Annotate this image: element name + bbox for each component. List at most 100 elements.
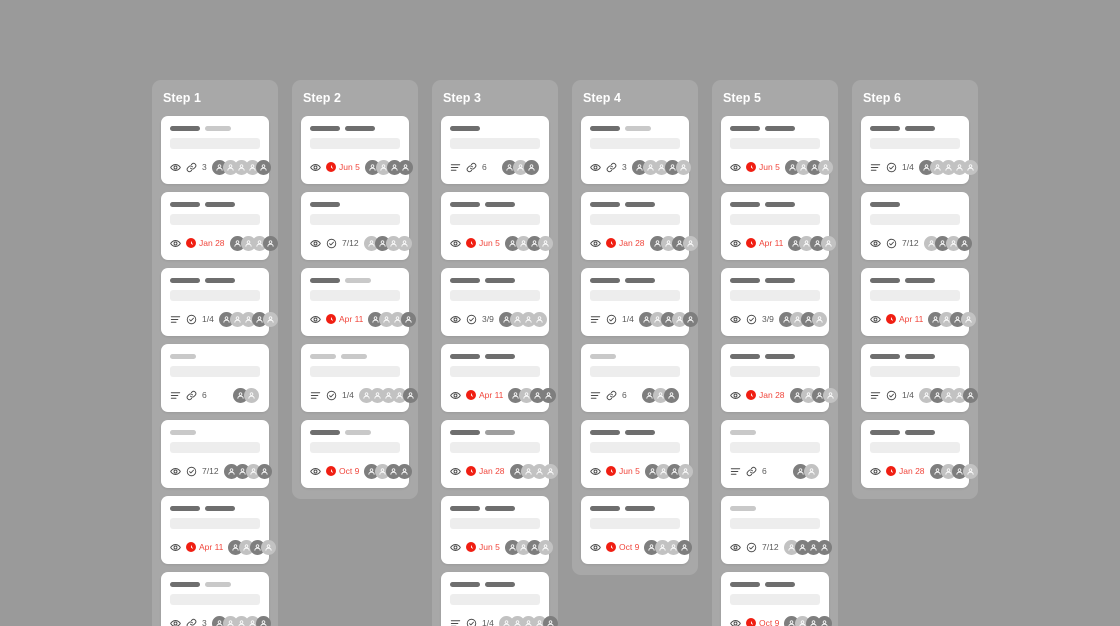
avatar[interactable]	[402, 387, 418, 403]
avatar-stack[interactable]	[504, 539, 554, 555]
task-card[interactable]: Oct 9	[581, 495, 693, 564]
task-card[interactable]: 1/4	[861, 115, 978, 184]
avatar-stack[interactable]	[509, 463, 559, 479]
task-card[interactable]: Jan 28	[721, 343, 838, 412]
task-card[interactable]: 6	[161, 343, 269, 412]
avatar-stack[interactable]	[233, 387, 260, 403]
avatar-stack[interactable]	[918, 159, 979, 175]
avatar-stack[interactable]	[642, 387, 680, 403]
avatar[interactable]	[531, 311, 547, 327]
avatar[interactable]	[817, 159, 833, 175]
avatar-stack[interactable]	[211, 159, 272, 175]
avatar-stack[interactable]	[793, 463, 820, 479]
avatar-stack[interactable]	[638, 311, 699, 327]
avatar[interactable]	[401, 311, 417, 327]
avatar-stack[interactable]	[788, 235, 837, 251]
avatar-stack[interactable]	[644, 463, 694, 479]
due-date-badge[interactable]: Jun 5	[606, 466, 640, 476]
task-card[interactable]: 1/4	[161, 267, 278, 336]
kanban-column[interactable]: Step 4 3 Jan 28 1/4 6 Jun 5 Oct 9	[572, 80, 698, 575]
avatar-stack[interactable]	[508, 387, 557, 403]
avatar-stack[interactable]	[504, 235, 554, 251]
task-card[interactable]: Jun 5	[441, 191, 553, 260]
avatar-stack[interactable]	[649, 235, 699, 251]
avatar[interactable]	[664, 387, 679, 403]
task-card[interactable]: 7/12	[861, 191, 972, 260]
avatar[interactable]	[255, 615, 271, 626]
avatar[interactable]	[396, 235, 412, 251]
kanban-column[interactable]: Step 5Jun 5Apr 113/9Jan 2867/12Oct 93Jun…	[712, 80, 838, 626]
kanban-column[interactable]: Step 36Jun 53/9Apr 11Jan 28Jun 51/4Apr 1…	[432, 80, 558, 626]
task-card[interactable]: Jun 5	[721, 115, 833, 184]
due-date-badge[interactable]: Jun 5	[466, 238, 500, 248]
kanban-column[interactable]: Step 1 3 Jan 28 1/4 6 7/12 Apr 11 3	[152, 80, 278, 626]
avatar[interactable]	[677, 463, 693, 479]
avatar-stack[interactable]	[368, 311, 417, 327]
avatar-stack[interactable]	[229, 235, 279, 251]
due-date-badge[interactable]: Jan 28	[746, 390, 785, 400]
avatar-stack[interactable]	[929, 463, 979, 479]
avatar[interactable]	[682, 235, 698, 251]
avatar[interactable]	[675, 159, 691, 175]
task-card[interactable]: Jun 5	[301, 115, 413, 184]
due-date-badge[interactable]: Jun 5	[466, 542, 500, 552]
avatar[interactable]	[255, 159, 271, 175]
task-card[interactable]: 7/12	[301, 191, 412, 260]
avatar-stack[interactable]	[363, 235, 413, 251]
avatar-stack[interactable]	[789, 387, 839, 403]
task-card[interactable]: 1/4	[581, 267, 698, 336]
avatar[interactable]	[244, 387, 259, 403]
avatar[interactable]	[397, 159, 413, 175]
avatar[interactable]	[537, 539, 553, 555]
due-date-badge[interactable]: Apr 11	[466, 390, 503, 400]
avatar-stack[interactable]	[784, 159, 834, 175]
avatar[interactable]	[962, 463, 978, 479]
avatar-stack[interactable]	[211, 615, 272, 626]
due-date-badge[interactable]: Jun 5	[326, 162, 360, 172]
avatar-stack[interactable]	[644, 539, 693, 555]
avatar[interactable]	[817, 615, 833, 626]
kanban-column[interactable]: Step 6 1/4 7/12 Apr 11 1/4 Jan 28	[852, 80, 978, 499]
avatar-stack[interactable]	[918, 387, 979, 403]
avatar[interactable]	[962, 387, 978, 403]
avatar-stack[interactable]	[358, 387, 419, 403]
avatar[interactable]	[541, 387, 557, 403]
due-date-badge[interactable]: Jun 5	[746, 162, 780, 172]
avatar[interactable]	[262, 311, 278, 327]
task-card[interactable]: Jan 28	[441, 419, 558, 488]
avatar[interactable]	[542, 615, 558, 626]
task-card[interactable]: 3/9	[441, 267, 549, 336]
avatar[interactable]	[822, 387, 838, 403]
task-card[interactable]: Apr 11	[861, 267, 977, 336]
avatar-stack[interactable]	[364, 463, 413, 479]
due-date-badge[interactable]: Apr 11	[326, 314, 363, 324]
avatar-stack[interactable]	[228, 539, 277, 555]
task-card[interactable]: Apr 11	[441, 343, 557, 412]
avatar[interactable]	[956, 235, 972, 251]
due-date-badge[interactable]: Jan 28	[466, 466, 505, 476]
task-card[interactable]: 6	[581, 343, 689, 412]
avatar-stack[interactable]	[778, 311, 828, 327]
avatar-stack[interactable]	[631, 159, 692, 175]
avatar[interactable]	[821, 235, 837, 251]
task-card[interactable]: Apr 11	[721, 191, 837, 260]
avatar[interactable]	[811, 311, 827, 327]
avatar[interactable]	[524, 159, 539, 175]
avatar-stack[interactable]	[502, 159, 540, 175]
task-card[interactable]: Jan 28	[861, 419, 978, 488]
avatar-stack[interactable]	[928, 311, 977, 327]
due-date-badge[interactable]: Jan 28	[606, 238, 645, 248]
avatar[interactable]	[542, 463, 558, 479]
task-card[interactable]: 3	[161, 571, 272, 626]
avatar-stack[interactable]	[218, 311, 279, 327]
avatar[interactable]	[261, 539, 277, 555]
task-card[interactable]: 7/12	[161, 419, 272, 488]
avatar-stack[interactable]	[498, 311, 548, 327]
kanban-column[interactable]: Step 2 Jun 5 7/12 Apr 11 1/4 Oct 9	[292, 80, 418, 499]
due-date-badge[interactable]: Jan 28	[186, 238, 225, 248]
due-date-badge[interactable]: Oct 9	[326, 466, 359, 476]
avatar[interactable]	[682, 311, 698, 327]
task-card[interactable]: 3/9	[721, 267, 829, 336]
task-card[interactable]: Jan 28	[581, 191, 698, 260]
task-card[interactable]: Apr 11	[161, 495, 277, 564]
